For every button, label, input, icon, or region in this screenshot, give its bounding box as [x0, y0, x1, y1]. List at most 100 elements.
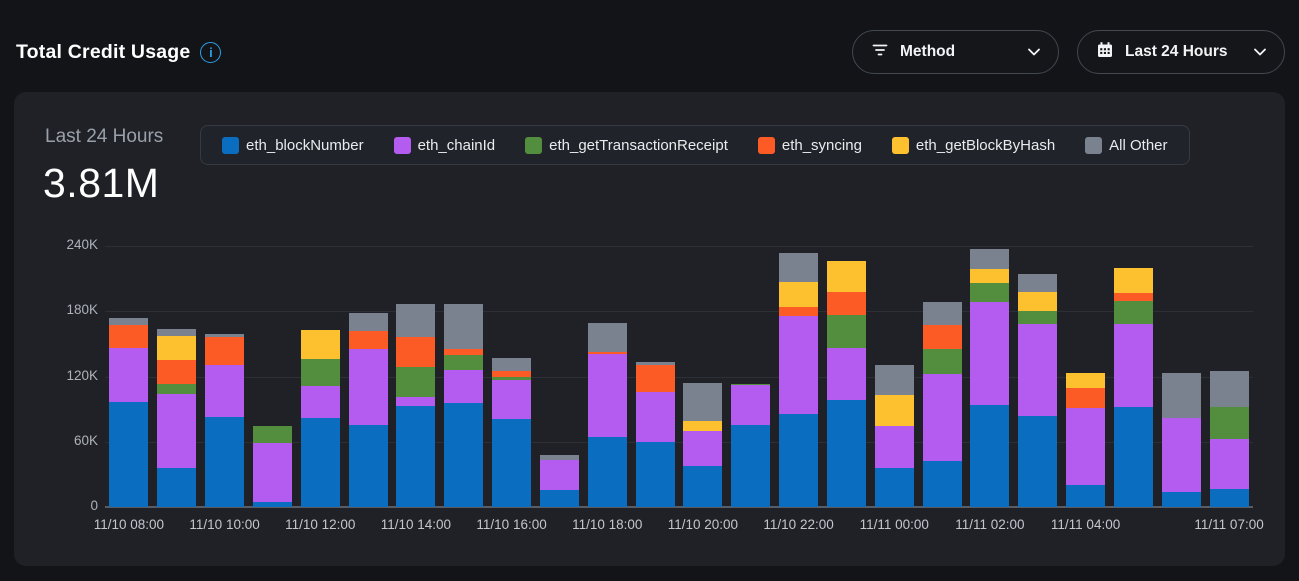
- bar-segment[interactable]: [444, 304, 483, 350]
- bar-segment[interactable]: [157, 336, 196, 360]
- bar-segment[interactable]: [396, 406, 435, 507]
- bar-segment[interactable]: [1018, 292, 1057, 312]
- bar-segment[interactable]: [1114, 301, 1153, 325]
- bar[interactable]: [1210, 371, 1249, 507]
- bar[interactable]: [779, 253, 818, 507]
- bar-segment[interactable]: [1210, 489, 1249, 508]
- bar-segment[interactable]: [1018, 274, 1057, 291]
- bar[interactable]: [588, 323, 627, 507]
- bar-segment[interactable]: [1066, 373, 1105, 388]
- bar-segment[interactable]: [923, 325, 962, 349]
- bar-segment[interactable]: [875, 468, 914, 507]
- bar-segment[interactable]: [157, 394, 196, 468]
- bar-segment[interactable]: [827, 348, 866, 400]
- bar-segment[interactable]: [1066, 408, 1105, 485]
- bar-segment[interactable]: [444, 355, 483, 370]
- bar-segment[interactable]: [683, 383, 722, 421]
- bar-segment[interactable]: [827, 261, 866, 291]
- bar-segment[interactable]: [444, 370, 483, 403]
- bar[interactable]: [396, 304, 435, 507]
- bar-segment[interactable]: [1210, 439, 1249, 489]
- bar-segment[interactable]: [1114, 324, 1153, 407]
- bar-segment[interactable]: [588, 437, 627, 507]
- bar[interactable]: [157, 329, 196, 507]
- bar-segment[interactable]: [923, 461, 962, 507]
- bar-segment[interactable]: [157, 329, 196, 337]
- bar[interactable]: [1066, 373, 1105, 507]
- bar-segment[interactable]: [492, 358, 531, 371]
- bar-segment[interactable]: [1210, 371, 1249, 407]
- bar-segment[interactable]: [396, 397, 435, 406]
- bar-segment[interactable]: [588, 323, 627, 351]
- bar-segment[interactable]: [157, 468, 196, 507]
- bar[interactable]: [205, 334, 244, 507]
- bar-segment[interactable]: [683, 466, 722, 507]
- bar-segment[interactable]: [301, 330, 340, 359]
- bar-segment[interactable]: [923, 302, 962, 326]
- bar-segment[interactable]: [923, 349, 962, 374]
- bar-segment[interactable]: [779, 316, 818, 414]
- bar[interactable]: [683, 383, 722, 507]
- bar-segment[interactable]: [396, 304, 435, 338]
- bar-segment[interactable]: [1162, 492, 1201, 507]
- bar[interactable]: [875, 365, 914, 507]
- bar-segment[interactable]: [109, 318, 148, 326]
- bar-segment[interactable]: [683, 421, 722, 431]
- bar-segment[interactable]: [444, 403, 483, 507]
- bar-segment[interactable]: [827, 315, 866, 349]
- bar-segment[interactable]: [731, 425, 770, 507]
- bar[interactable]: [636, 362, 675, 507]
- bar-segment[interactable]: [109, 348, 148, 401]
- bar-segment[interactable]: [396, 367, 435, 397]
- bar-segment[interactable]: [731, 385, 770, 425]
- bar[interactable]: [1114, 268, 1153, 507]
- bar-segment[interactable]: [109, 402, 148, 508]
- bar-segment[interactable]: [1114, 407, 1153, 507]
- bar-segment[interactable]: [540, 460, 579, 489]
- bar[interactable]: [731, 384, 770, 507]
- bar-segment[interactable]: [827, 400, 866, 507]
- bar-segment[interactable]: [205, 417, 244, 507]
- bar-segment[interactable]: [1162, 418, 1201, 492]
- bar-segment[interactable]: [109, 325, 148, 348]
- bar-segment[interactable]: [301, 359, 340, 386]
- bar-segment[interactable]: [779, 307, 818, 316]
- bar-segment[interactable]: [588, 354, 627, 438]
- bar[interactable]: [827, 261, 866, 507]
- bar-segment[interactable]: [1066, 388, 1105, 408]
- bar-segment[interactable]: [540, 490, 579, 507]
- bar-segment[interactable]: [1066, 485, 1105, 507]
- bar-segment[interactable]: [970, 405, 1009, 507]
- bar-segment[interactable]: [1162, 373, 1201, 418]
- method-dropdown[interactable]: Method: [852, 30, 1059, 74]
- bar-segment[interactable]: [970, 283, 1009, 302]
- bar-segment[interactable]: [970, 269, 1009, 283]
- bar-segment[interactable]: [970, 302, 1009, 405]
- bar-segment[interactable]: [636, 392, 675, 442]
- bar-segment[interactable]: [1210, 407, 1249, 439]
- bar-segment[interactable]: [923, 374, 962, 461]
- bar-segment[interactable]: [779, 414, 818, 508]
- bar[interactable]: [253, 426, 292, 507]
- bar[interactable]: [349, 313, 388, 507]
- bar-segment[interactable]: [1018, 324, 1057, 415]
- info-icon[interactable]: i: [200, 42, 221, 63]
- bar-segment[interactable]: [349, 331, 388, 350]
- bar[interactable]: [1162, 373, 1201, 507]
- bar-segment[interactable]: [1018, 311, 1057, 324]
- legend-item[interactable]: eth_chainId: [394, 137, 496, 154]
- bar-segment[interactable]: [827, 292, 866, 315]
- bar-segment[interactable]: [205, 365, 244, 417]
- bar-segment[interactable]: [301, 418, 340, 507]
- bar[interactable]: [109, 318, 148, 507]
- bar-segment[interactable]: [492, 419, 531, 507]
- bar[interactable]: [444, 304, 483, 507]
- bar-segment[interactable]: [349, 425, 388, 507]
- bar-segment[interactable]: [253, 426, 292, 443]
- bar-segment[interactable]: [779, 253, 818, 282]
- legend-item[interactable]: eth_getBlockByHash: [892, 137, 1055, 154]
- bar-segment[interactable]: [683, 431, 722, 466]
- bar[interactable]: [923, 302, 962, 507]
- bar-segment[interactable]: [349, 349, 388, 425]
- bar-segment[interactable]: [1114, 268, 1153, 293]
